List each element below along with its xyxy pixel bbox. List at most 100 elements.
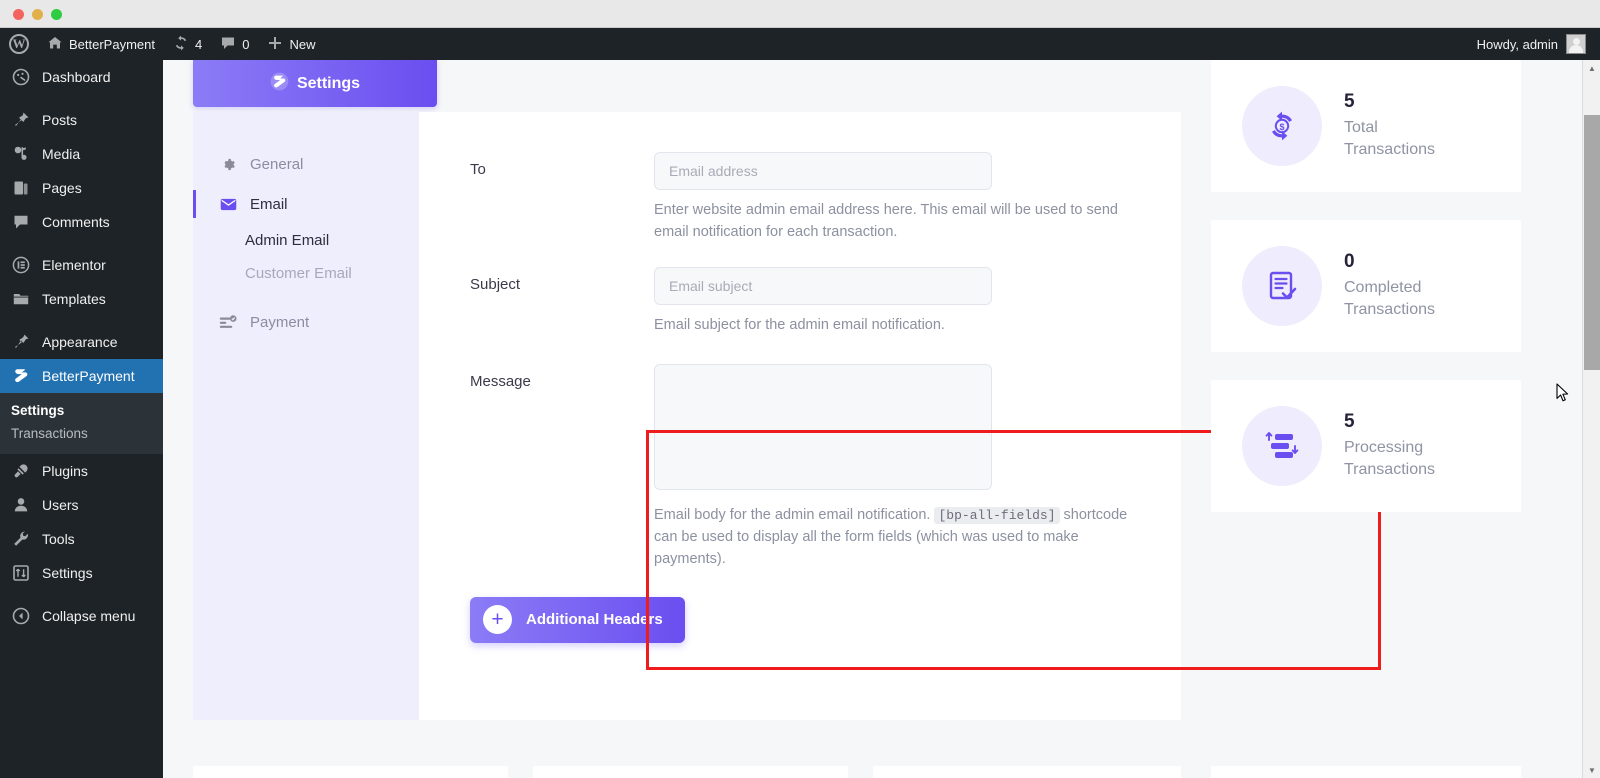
settings-nav: General Email Admin Email Customer Email… [193, 112, 419, 720]
collapse-arrow-icon [11, 606, 31, 626]
tab-settings-label: Settings [296, 74, 361, 92]
sidebar-item-settings[interactable]: Settings [0, 556, 163, 590]
minimize-window-button[interactable] [32, 9, 43, 20]
comments-count: 0 [242, 36, 250, 52]
tab-settings[interactable]: Settings [193, 60, 437, 107]
sidebar-item-appearance[interactable]: Appearance [0, 325, 163, 359]
settings-sliders-icon [11, 563, 31, 583]
to-control: Enter website admin email address here. … [654, 152, 1159, 244]
sidebar-item-pages[interactable]: Pages [0, 171, 163, 205]
additional-headers-button[interactable]: + Additional Headers [470, 596, 685, 643]
svg-text:$: $ [1279, 122, 1284, 132]
envelope-icon [219, 195, 237, 213]
new-content-menu[interactable]: New [258, 28, 324, 60]
sidebar-item-media[interactable]: Media [0, 137, 163, 171]
bottom-cards-strip [163, 748, 1552, 778]
to-label: To [470, 161, 486, 178]
sidebar-item-elementor[interactable]: Elementor [0, 248, 163, 282]
sidebar-item-label: Comments [42, 214, 110, 230]
settings-nav-label: General [250, 155, 304, 173]
betterpayment-submenu: Settings Transactions [0, 393, 163, 454]
sidebar-item-posts[interactable]: Posts [0, 103, 163, 137]
additional-headers-label: Additional Headers [526, 611, 663, 628]
submenu-item-transactions[interactable]: Transactions [0, 422, 163, 445]
stat-text: 5 Total Transactions [1344, 91, 1469, 160]
close-window-button[interactable] [13, 9, 24, 20]
message-textarea[interactable] [654, 364, 992, 491]
site-name-menu[interactable]: BetterPayment [38, 28, 164, 60]
new-label: New [289, 36, 316, 52]
sidebar-item-label: Settings [42, 565, 93, 581]
stats-column: $ 5 Total Transactions 0 Completed Trans… [1211, 60, 1521, 540]
settings-nav-sub-customer-email[interactable]: Customer Email [193, 257, 419, 290]
comments-icon [11, 212, 31, 232]
menu-divider [0, 94, 163, 103]
account-menu[interactable]: Howdy, admin [1477, 34, 1600, 54]
site-name-label: BetterPayment [69, 36, 155, 52]
stat-label: Total Transactions [1344, 119, 1435, 158]
message-help-text: Email body for the admin email notificat… [654, 505, 1134, 570]
settings-nav-item-general[interactable]: General [193, 144, 419, 184]
updates-menu[interactable]: 4 [164, 28, 211, 60]
traffic-lights [13, 9, 62, 20]
sidebar-item-label: Collapse menu [42, 608, 136, 624]
submenu-item-settings[interactable]: Settings [0, 399, 163, 422]
message-label: Message [470, 373, 531, 391]
gear-icon [219, 155, 237, 173]
stat-value: 5 [1344, 91, 1355, 113]
sidebar-item-plugins[interactable]: Plugins [0, 454, 163, 488]
subject-input[interactable] [654, 266, 992, 305]
greeting-label: Howdy, admin [1476, 36, 1558, 52]
stat-value: 0 [1344, 251, 1355, 273]
settings-nav-item-email[interactable]: Email [193, 184, 419, 224]
scrollbar-thumb[interactable] [1584, 115, 1600, 370]
comments-menu[interactable]: 0 [211, 28, 258, 60]
browser-window-chrome [0, 0, 1600, 28]
field-group-subject: Subject Email subject for the admin emai… [419, 266, 1181, 337]
sidebar-item-users[interactable]: Users [0, 488, 163, 522]
sidebar-item-label: Appearance [42, 334, 118, 350]
message-help-before: Email body for the admin email notificat… [654, 507, 931, 524]
stat-value: 5 [1344, 411, 1355, 433]
page-scrollbar[interactable]: ▲ ▼ [1582, 60, 1600, 778]
plus-icon [267, 35, 283, 54]
shortcode-pill: [bp-all-fields] [934, 507, 1060, 525]
stat-label: Completed Transactions [1344, 279, 1435, 318]
stat-text: 0 Completed Transactions [1344, 251, 1469, 320]
bottom-card [873, 766, 1181, 778]
sidebar-item-label: Plugins [42, 463, 88, 479]
to-help-text: Enter website admin email address here. … [654, 202, 1118, 240]
menu-divider [0, 239, 163, 248]
settings-nav-sub-admin-email[interactable]: Admin Email [193, 224, 419, 257]
field-group-to: To Enter website admin email address her… [419, 152, 1181, 244]
sidebar-item-comments[interactable]: Comments [0, 205, 163, 239]
menu-divider [0, 590, 163, 599]
stat-label: Processing Transactions [1344, 439, 1435, 478]
wordpress-logo-menu[interactable]: W [0, 28, 38, 60]
sidebar-item-label: Tools [42, 531, 75, 547]
sidebar-item-tools[interactable]: Tools [0, 522, 163, 556]
sidebar-item-label: Dashboard [42, 69, 111, 85]
sidebar-item-dashboard[interactable]: Dashboard [0, 60, 163, 94]
stat-card-processing-transactions: 5 Processing Transactions [1211, 380, 1521, 512]
updates-count: 4 [195, 36, 203, 52]
completed-document-check-icon [1242, 246, 1322, 326]
sidebar-item-collapse-menu[interactable]: Collapse menu [0, 599, 163, 633]
stat-card-completed-transactions: 0 Completed Transactions [1211, 220, 1521, 352]
scroll-down-arrow-icon[interactable]: ▼ [1583, 762, 1600, 778]
scroll-up-arrow-icon[interactable]: ▲ [1583, 60, 1600, 76]
pages-icon [11, 178, 31, 198]
settings-nav-label: Payment [250, 313, 310, 331]
users-icon [11, 495, 31, 515]
mouse-cursor [1556, 383, 1570, 403]
stat-text: 5 Processing Transactions [1344, 411, 1469, 480]
avatar [1566, 34, 1586, 54]
sidebar-item-label: BetterPayment [42, 368, 135, 384]
maximize-window-button[interactable] [51, 9, 62, 20]
settings-nav-item-payment[interactable]: Payment [193, 302, 419, 342]
templates-folder-icon [11, 289, 31, 309]
sidebar-item-betterpayment[interactable]: BetterPayment [0, 359, 163, 393]
transactions-refresh-dollar-icon: $ [1242, 86, 1322, 166]
to-input[interactable] [654, 152, 992, 190]
sidebar-item-templates[interactable]: Templates [0, 282, 163, 316]
